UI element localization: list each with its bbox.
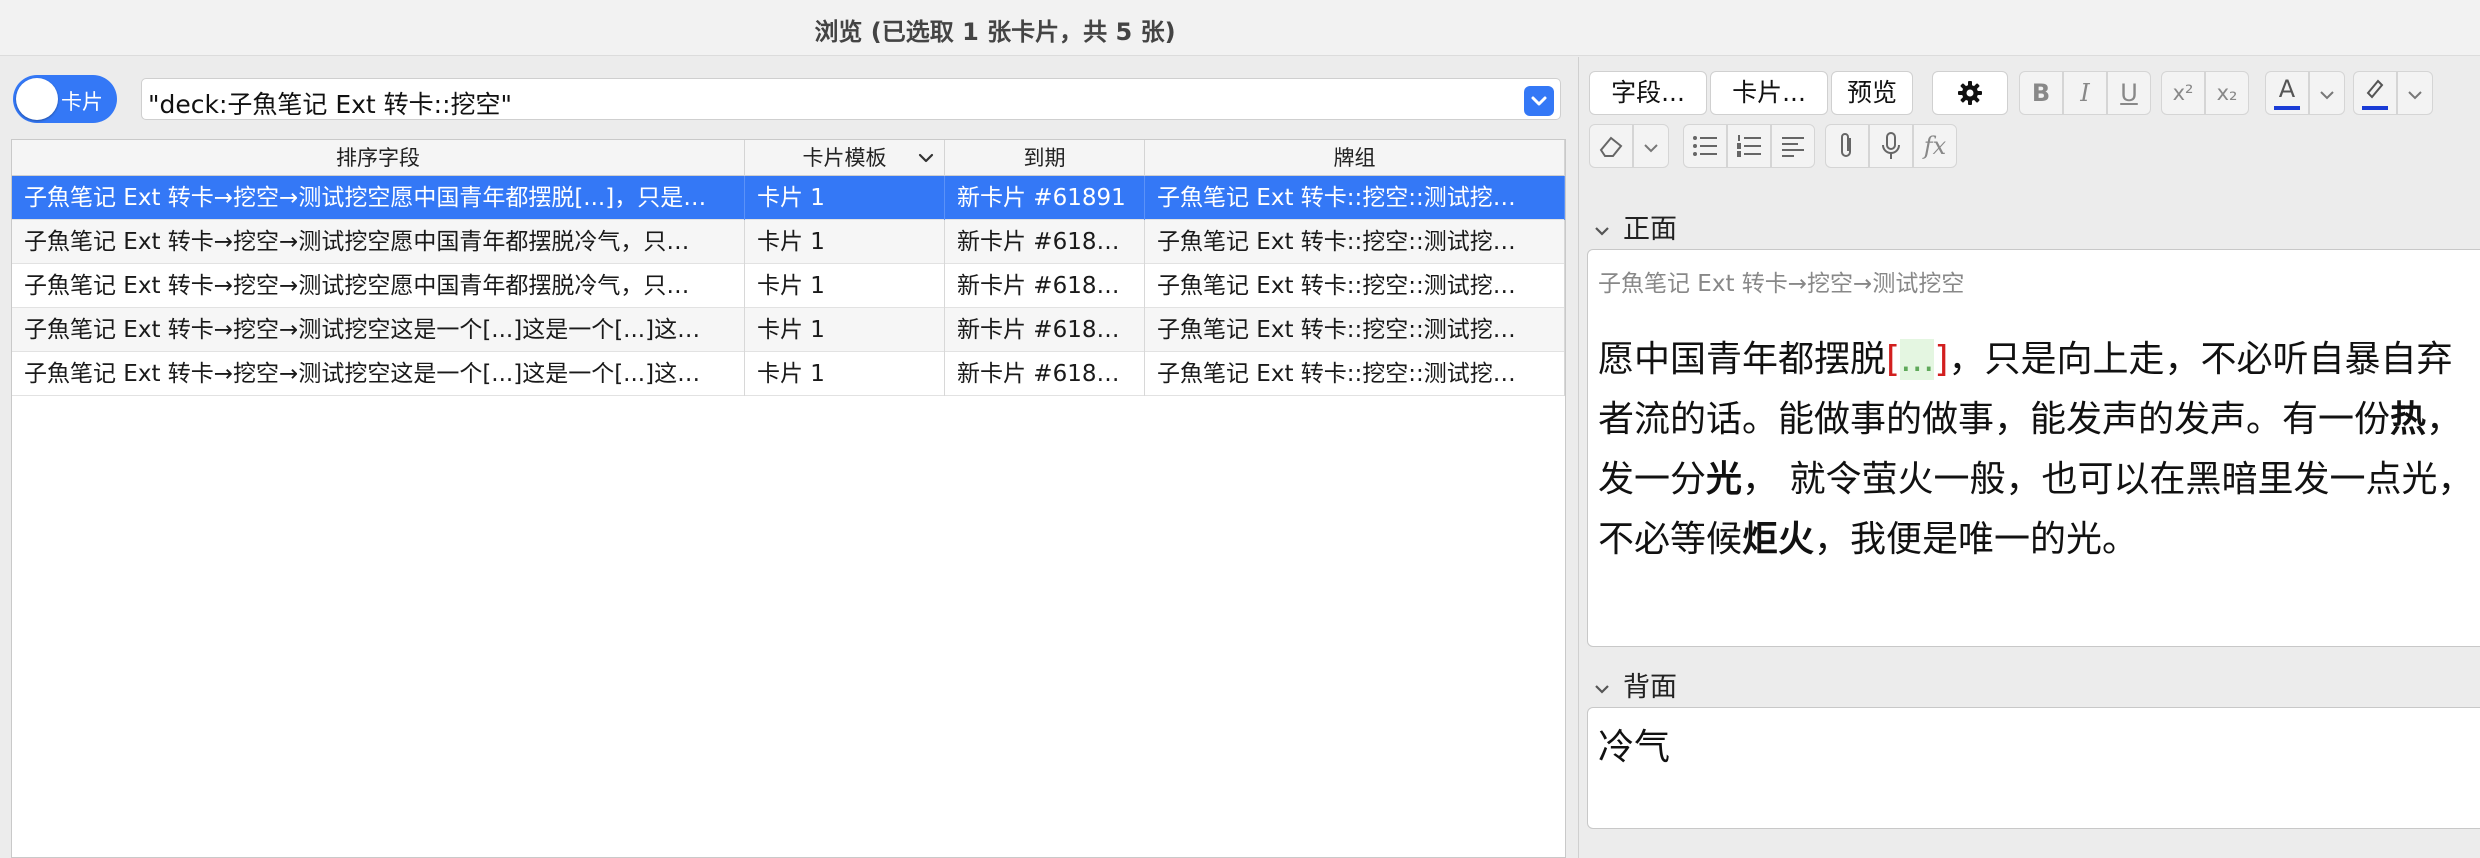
card-table: 排序字段 卡片模板 到期 牌组 子魚笔记 Ext 转卡→挖空→测试挖空愿中国青年…	[11, 139, 1566, 858]
attach-button[interactable]	[1825, 124, 1869, 168]
chevron-down-icon	[2408, 91, 2422, 100]
italic-button[interactable]: I	[2063, 71, 2107, 115]
cell-deck: 子魚笔记 Ext 转卡::挖空::测试挖…	[1145, 220, 1565, 264]
record-audio-button[interactable]	[1869, 124, 1913, 168]
unordered-list-button[interactable]	[1683, 124, 1727, 168]
cell-due: 新卡片 #618…	[945, 308, 1145, 352]
chevron-down-icon	[1595, 227, 1609, 236]
text-color-swatch	[2274, 106, 2300, 110]
front-text-segment: ，我便是唯一的光。	[1814, 519, 2139, 560]
cell-card-template: 卡片 1	[745, 176, 945, 220]
mic-icon	[1882, 132, 1900, 159]
front-field-label: 正面	[1623, 214, 1677, 245]
title-bar: 浏览 (已选取 1 张卡片，共 5 张)	[0, 0, 2480, 56]
cell-deck: 子魚笔记 Ext 转卡::挖空::测试挖…	[1145, 264, 1565, 308]
cell-card-template: 卡片 1	[745, 220, 945, 264]
cloze-close-bracket: ]	[1934, 339, 1949, 380]
front-source-path: 子魚笔记 Ext 转卡→挖空→测试挖空	[1598, 271, 1965, 297]
highlighter-icon	[2366, 79, 2384, 99]
front-field-editor[interactable]: 子魚笔记 Ext 转卡→挖空→测试挖空 愿中国青年都摆脱[...]，只是向上走，…	[1587, 249, 2480, 647]
column-header-card-template[interactable]: 卡片模板	[745, 140, 945, 176]
text-color-button[interactable]: A	[2265, 71, 2309, 115]
highlight-color-button[interactable]	[2353, 71, 2397, 115]
text-color-icon: A	[2278, 75, 2296, 103]
back-field-content: 冷气	[1598, 727, 1671, 768]
editor-pane: 字段... 卡片... 预览 B I U x² x₂ A fx 正面 子魚笔记 …	[1578, 57, 2480, 858]
cell-due: 新卡片 #61891	[945, 176, 1145, 220]
cell-card-template: 卡片 1	[745, 264, 945, 308]
fields-button[interactable]: 字段...	[1589, 71, 1707, 115]
highlight-color-swatch	[2362, 106, 2388, 110]
subscript-button[interactable]: x₂	[2205, 71, 2249, 115]
table-row[interactable]: 子魚笔记 Ext 转卡→挖空→测试挖空这是一个[...]这是一个[...]这… …	[12, 352, 1565, 396]
back-field-editor[interactable]: 冷气	[1587, 707, 2480, 829]
sort-chevron-icon	[918, 153, 934, 163]
highlight-color-dropdown[interactable]	[2397, 71, 2433, 115]
cell-sort-field: 子魚笔记 Ext 转卡→挖空→测试挖空愿中国青年都摆脱[...]，只是…	[12, 176, 745, 220]
cell-sort-field: 子魚笔记 Ext 转卡→挖空→测试挖空愿中国青年都摆脱冷气，只…	[12, 264, 745, 308]
table-row[interactable]: 子魚笔记 Ext 转卡→挖空→测试挖空愿中国青年都摆脱冷气，只… 卡片 1 新卡…	[12, 264, 1565, 308]
cell-deck: 子魚笔记 Ext 转卡::挖空::测试挖…	[1145, 352, 1565, 396]
cell-deck: 子魚笔记 Ext 转卡::挖空::测试挖…	[1145, 308, 1565, 352]
bold-button[interactable]: B	[2019, 71, 2063, 115]
alignment-button[interactable]	[1771, 124, 1815, 168]
ordered-list-icon	[1737, 135, 1761, 157]
cell-sort-field: 子魚笔记 Ext 转卡→挖空→测试挖空这是一个[...]这是一个[...]这…	[12, 308, 745, 352]
cloze-placeholder: ...	[1900, 339, 1935, 380]
cards-notes-toggle[interactable]: 卡片	[13, 75, 117, 123]
back-field-header[interactable]: 背面	[1593, 665, 1677, 704]
align-icon	[1782, 137, 1804, 157]
window-title: 浏览 (已选取 1 张卡片，共 5 张)	[814, 18, 1176, 46]
front-bold-word: 炬火	[1742, 519, 1815, 560]
column-header-sort-field[interactable]: 排序字段	[12, 140, 745, 176]
front-field-content: 愿中国青年都摆脱[...]，只是向上走，不必听自暴自弃者流的话。能做事的做事，能…	[1598, 330, 2478, 570]
front-bold-word: 热	[2390, 399, 2427, 440]
search-history-dropdown[interactable]	[1524, 86, 1554, 116]
paperclip-icon	[1841, 133, 1851, 157]
table-row[interactable]: 子魚笔记 Ext 转卡→挖空→测试挖空这是一个[...]这是一个[...]这… …	[12, 308, 1565, 352]
column-header-deck[interactable]: 牌组	[1145, 140, 1565, 176]
cell-due: 新卡片 #618…	[945, 220, 1145, 264]
gear-icon	[1958, 81, 1982, 105]
cloze-open-bracket: [	[1886, 339, 1901, 380]
browser-list-pane: 卡片 "deck:子魚笔记 Ext 转卡::挖空" 排序字段 卡片模板 到期 牌…	[0, 57, 1578, 858]
eraser-button[interactable]	[1589, 124, 1633, 168]
cell-due: 新卡片 #618…	[945, 264, 1145, 308]
list-icon	[1693, 136, 1717, 156]
superscript-button[interactable]: x²	[2161, 71, 2205, 115]
cell-sort-field: 子魚笔记 Ext 转卡→挖空→测试挖空这是一个[...]这是一个[...]这…	[12, 352, 745, 396]
chevron-down-icon	[1644, 144, 1658, 153]
math-button[interactable]: fx	[1913, 124, 1957, 168]
chevron-down-icon	[1531, 96, 1547, 106]
table-row[interactable]: 子魚笔记 Ext 转卡→挖空→测试挖空愿中国青年都摆脱[...]，只是… 卡片 …	[12, 176, 1565, 220]
cell-card-template: 卡片 1	[745, 308, 945, 352]
back-field-label: 背面	[1623, 672, 1677, 703]
column-header-card-template-label: 卡片模板	[802, 146, 887, 170]
underline-button[interactable]: U	[2107, 71, 2151, 115]
cards-button[interactable]: 卡片...	[1710, 71, 1828, 115]
eraser-icon	[1599, 136, 1623, 157]
toggle-label: 卡片	[61, 90, 103, 114]
preview-button[interactable]: 预览	[1831, 71, 1913, 115]
chevron-down-icon	[1595, 685, 1609, 694]
front-text-segment: 愿中国青年都摆脱	[1598, 339, 1887, 380]
toggle-knob	[16, 78, 58, 120]
front-field-header[interactable]: 正面	[1593, 207, 1677, 246]
search-input[interactable]: "deck:子魚笔记 Ext 转卡::挖空"	[141, 78, 1561, 120]
text-color-dropdown[interactable]	[2309, 71, 2345, 115]
cell-due: 新卡片 #618…	[945, 352, 1145, 396]
table-row[interactable]: 子魚笔记 Ext 转卡→挖空→测试挖空愿中国青年都摆脱冷气，只… 卡片 1 新卡…	[12, 220, 1565, 264]
front-bold-word: 光	[1706, 459, 1743, 500]
eraser-dropdown[interactable]	[1633, 124, 1669, 168]
settings-button[interactable]	[1932, 71, 2008, 115]
column-header-due[interactable]: 到期	[945, 140, 1145, 176]
cell-card-template: 卡片 1	[745, 352, 945, 396]
search-query-text: "deck:子魚笔记 Ext 转卡::挖空"	[148, 90, 513, 119]
table-header: 排序字段 卡片模板 到期 牌组	[12, 140, 1565, 176]
cell-sort-field: 子魚笔记 Ext 转卡→挖空→测试挖空愿中国青年都摆脱冷气，只…	[12, 220, 745, 264]
ordered-list-button[interactable]	[1727, 124, 1771, 168]
chevron-down-icon	[2320, 91, 2334, 100]
cell-deck: 子魚笔记 Ext 转卡::挖空::测试挖…	[1145, 176, 1565, 220]
